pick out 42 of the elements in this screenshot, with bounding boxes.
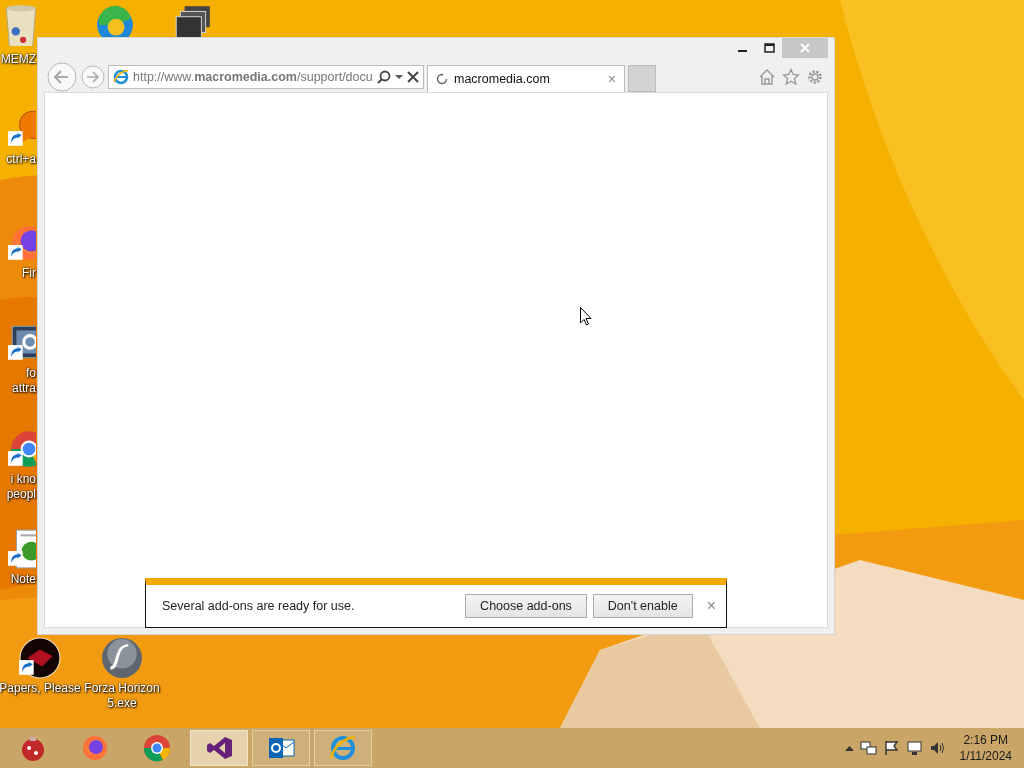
browser-tab[interactable]: macromedia.com × xyxy=(427,65,625,92)
icon-label: Note xyxy=(10,572,36,587)
mouse-cursor-icon xyxy=(580,307,592,326)
icon-label: ctrl+a xyxy=(6,152,36,167)
notification-button[interactable]: Don't enable xyxy=(592,594,693,618)
icon-label: attra xyxy=(12,381,36,396)
close-tab-button[interactable]: × xyxy=(607,68,616,90)
caret-icon[interactable] xyxy=(844,745,854,751)
ornament-icon xyxy=(19,734,47,762)
dropdown-caret-icon[interactable] xyxy=(395,74,403,80)
icon-label: Forza Horizon xyxy=(84,681,160,696)
icon-label: Fir xyxy=(22,266,36,281)
clock[interactable]: 2:16 PM 1/11/2024 xyxy=(951,732,1020,764)
ie-icon xyxy=(329,734,357,762)
fox-globe-icon xyxy=(81,734,109,762)
notification-button[interactable]: Choose add-ons xyxy=(465,594,587,618)
tab-title: macromedia.com xyxy=(454,70,551,88)
monitor-icon[interactable] xyxy=(905,740,924,756)
icon-label: peopl xyxy=(6,487,36,502)
network-icon[interactable] xyxy=(859,740,878,756)
search-icon[interactable] xyxy=(377,70,391,84)
icon-label: fo xyxy=(26,366,36,381)
address-bar[interactable]: http://www.macromedia.com/support/docu xyxy=(108,65,424,89)
icon-label: i kno xyxy=(10,472,36,487)
taskbar-button[interactable] xyxy=(190,730,248,766)
browser-icon xyxy=(143,734,171,762)
flash-icon[interactable] xyxy=(101,637,143,681)
close-button[interactable]: × xyxy=(706,594,716,618)
speaker-icon[interactable] xyxy=(929,740,946,756)
notification-message: Several add-ons are ready for use. xyxy=(162,597,356,615)
maximize-icon[interactable] xyxy=(763,43,775,53)
ie-icon xyxy=(113,69,129,85)
taskbar-button[interactable] xyxy=(252,730,310,766)
game-icon[interactable] xyxy=(19,637,61,681)
star-icon[interactable] xyxy=(782,68,800,86)
stop-icon[interactable] xyxy=(407,71,419,83)
icon-label: 5.exe xyxy=(107,696,137,711)
icon-label: MEMZ xyxy=(0,52,36,67)
visual-studio-icon xyxy=(205,734,233,762)
flag-icon[interactable] xyxy=(883,740,900,756)
loading-spinner-icon xyxy=(436,73,448,85)
icon-label: Papers, Please xyxy=(0,681,81,696)
